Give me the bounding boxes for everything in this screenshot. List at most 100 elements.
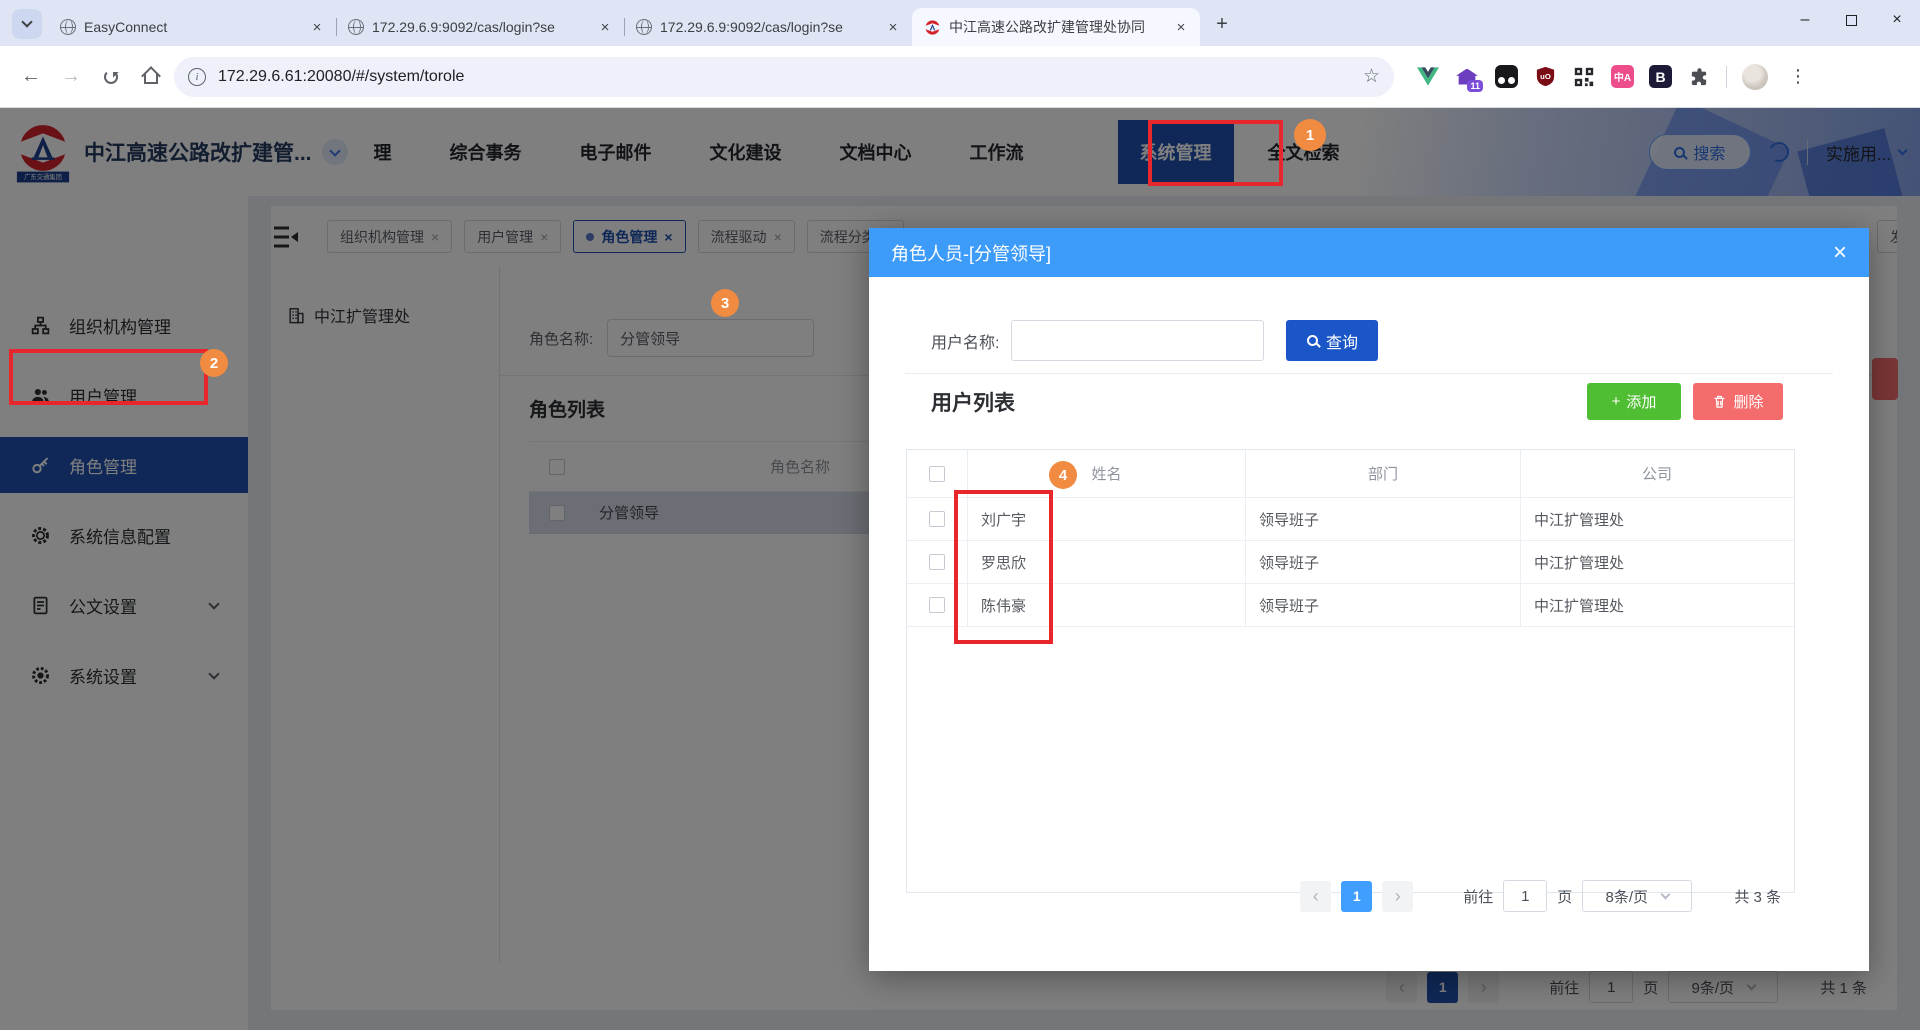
browser-tab-1[interactable]: EasyConnect × bbox=[48, 8, 337, 46]
bookmark-star-icon[interactable]: ☆ bbox=[1363, 65, 1380, 88]
user-table-header: 姓名 部门 公司 bbox=[907, 450, 1794, 498]
browser-menu-icon[interactable]: ⋮ bbox=[1783, 66, 1813, 87]
user-name-cell: 刘广宇 bbox=[968, 498, 1246, 540]
add-button[interactable]: + 添加 bbox=[1587, 383, 1681, 420]
browser-tab-4-active[interactable]: 中江高速公路改扩建管理处协同 × bbox=[912, 8, 1200, 46]
user-row-1[interactable]: 刘广宇 领导班子 中江扩管理处 bbox=[907, 498, 1794, 541]
user-search-form: 用户名称: 查询 bbox=[931, 320, 1379, 361]
tab-search-button[interactable] bbox=[12, 9, 42, 39]
user-name-cell: 罗思欣 bbox=[968, 541, 1246, 583]
user-company-cell: 中江扩管理处 bbox=[1534, 554, 1625, 572]
tab-title: 中江高速公路改扩建管理处协同 bbox=[949, 19, 1145, 35]
add-label: 添加 bbox=[1626, 394, 1657, 411]
row-checkbox[interactable] bbox=[929, 511, 945, 527]
select-all-checkbox[interactable] bbox=[929, 465, 945, 482]
two-dot-icon bbox=[1494, 65, 1518, 88]
chevron-down-icon bbox=[21, 16, 33, 28]
back-button[interactable]: ← bbox=[14, 60, 48, 94]
profile-avatar[interactable] bbox=[1742, 63, 1768, 90]
reload-icon bbox=[104, 69, 118, 84]
user-row-2[interactable]: 罗思欣 领导班子 中江扩管理处 bbox=[907, 541, 1794, 584]
dialog-titlebar: 角色人员-[分管领导] × bbox=[869, 228, 1869, 277]
row-checkbox[interactable] bbox=[929, 554, 945, 570]
home-button[interactable] bbox=[134, 60, 168, 94]
site-emblem-favicon bbox=[925, 19, 940, 35]
dark-extension-icon[interactable] bbox=[1494, 65, 1518, 89]
dialog-close-button[interactable]: × bbox=[1833, 240, 1847, 265]
divider bbox=[905, 373, 1833, 374]
tab-title: 172.29.6.9:9092/cas/login?se bbox=[660, 19, 843, 35]
user-company-cell: 中江扩管理处 bbox=[1534, 511, 1625, 529]
next-page-button[interactable]: › bbox=[1382, 880, 1414, 912]
search-icon bbox=[1306, 335, 1318, 346]
user-list-bar: 用户列表 + 添加 删除 bbox=[931, 383, 1783, 420]
vue-devtools-icon[interactable] bbox=[1416, 65, 1440, 89]
bitwarden-icon[interactable]: B bbox=[1649, 65, 1672, 88]
new-tab-button[interactable]: + bbox=[1208, 10, 1236, 38]
extension-badge-icon[interactable]: 11 bbox=[1455, 65, 1483, 92]
delete-label: 删除 bbox=[1733, 394, 1764, 411]
browser-chrome: EasyConnect × 172.29.6.9:9092/cas/login?… bbox=[0, 0, 1920, 108]
prev-page-button[interactable]: ‹ bbox=[1300, 880, 1332, 912]
home-icon bbox=[143, 70, 159, 84]
page-unit-label: 页 bbox=[1557, 888, 1573, 906]
goto-label: 前往 bbox=[1463, 888, 1494, 906]
role-members-dialog: 角色人员-[分管领导] × 用户名称: 查询 用户列表 + 添加 删除 姓名 部… bbox=[869, 228, 1869, 971]
query-label: 查询 bbox=[1325, 334, 1358, 352]
forward-button[interactable]: → bbox=[54, 60, 88, 94]
tab-close-icon[interactable]: × bbox=[1172, 18, 1190, 36]
browser-tabbar: EasyConnect × 172.29.6.9:9092/cas/login?… bbox=[0, 0, 1920, 46]
qr-extension-icon[interactable] bbox=[1572, 65, 1596, 89]
name-column-header: 姓名 bbox=[968, 450, 1246, 497]
user-list-title: 用户列表 bbox=[931, 391, 1015, 415]
row-checkbox[interactable] bbox=[929, 597, 945, 613]
address-bar[interactable]: i 172.29.6.61:20080/#/system/torole ☆ bbox=[174, 56, 1394, 97]
user-dept-cell: 领导班子 bbox=[1246, 584, 1521, 626]
user-table: 姓名 部门 公司 刘广宇 领导班子 中江扩管理处 罗思欣 领导班子 中江扩管理处… bbox=[906, 449, 1795, 893]
company-column-header: 公司 bbox=[1641, 466, 1672, 483]
site-info-icon[interactable]: i bbox=[188, 67, 206, 86]
goto-page-input[interactable] bbox=[1503, 880, 1548, 912]
tab-title: EasyConnect bbox=[84, 19, 168, 35]
toolbar-divider bbox=[1726, 65, 1727, 88]
user-name-cell: 陈伟豪 bbox=[968, 584, 1246, 626]
extensions-puzzle-icon[interactable] bbox=[1687, 65, 1711, 89]
reload-button[interactable] bbox=[94, 60, 128, 94]
user-company-cell: 中江扩管理处 bbox=[1534, 597, 1625, 615]
dept-column-header: 部门 bbox=[1246, 450, 1521, 497]
user-row-3[interactable]: 陈伟豪 领导班子 中江扩管理处 bbox=[907, 584, 1794, 627]
window-minimize-button[interactable]: – bbox=[1782, 0, 1828, 40]
window-close-button[interactable]: × bbox=[1874, 0, 1920, 40]
globe-favicon bbox=[60, 19, 76, 35]
tab-title: 172.29.6.9:9092/cas/login?se bbox=[372, 19, 555, 35]
tab-close-icon[interactable]: × bbox=[308, 18, 326, 36]
extension-badge: 11 bbox=[1467, 79, 1483, 92]
window-maximize-button[interactable] bbox=[1828, 0, 1874, 40]
globe-favicon bbox=[348, 19, 364, 35]
maximize-icon bbox=[1845, 14, 1857, 26]
current-page-button[interactable]: 1 bbox=[1341, 880, 1373, 912]
app-page: 广东交通集团 中江高速公路改扩建管... 理 综合事务 电子邮件 文化建设 文档… bbox=[0, 108, 1920, 1030]
globe-favicon bbox=[636, 19, 652, 35]
browser-tab-2[interactable]: 172.29.6.9:9092/cas/login?se × bbox=[336, 8, 625, 46]
dialog-title: 角色人员-[分管领导] bbox=[891, 243, 1051, 264]
translate-extension-icon[interactable]: 中A bbox=[1611, 65, 1634, 88]
page-size-select[interactable]: 8条/页 bbox=[1582, 880, 1693, 912]
user-dept-cell: 领导班子 bbox=[1246, 541, 1521, 583]
browser-toolbar: ← → i 172.29.6.61:20080/#/system/torole … bbox=[0, 46, 1920, 108]
total-count: 共 3 条 bbox=[1734, 888, 1781, 906]
username-label: 用户名称: bbox=[931, 334, 1000, 352]
svg-text:uO: uO bbox=[1540, 72, 1551, 81]
ublock-icon[interactable]: uO bbox=[1533, 65, 1557, 89]
plus-icon: + bbox=[1611, 393, 1621, 410]
tab-close-icon[interactable]: × bbox=[884, 18, 902, 36]
tab-close-icon[interactable]: × bbox=[596, 18, 614, 36]
query-button[interactable]: 查询 bbox=[1286, 320, 1379, 361]
user-table-pagination: ‹ 1 › 前往 页 8条/页 共 3 条 bbox=[1300, 880, 1781, 912]
browser-tab-3[interactable]: 172.29.6.9:9092/cas/login?se × bbox=[624, 8, 912, 46]
url-text[interactable]: 172.29.6.61:20080/#/system/torole bbox=[218, 68, 1351, 86]
chevron-down-icon bbox=[1660, 889, 1671, 900]
page-size-value: 8条/页 bbox=[1605, 888, 1649, 906]
username-input[interactable] bbox=[1011, 320, 1265, 361]
delete-button[interactable]: 删除 bbox=[1693, 383, 1783, 420]
